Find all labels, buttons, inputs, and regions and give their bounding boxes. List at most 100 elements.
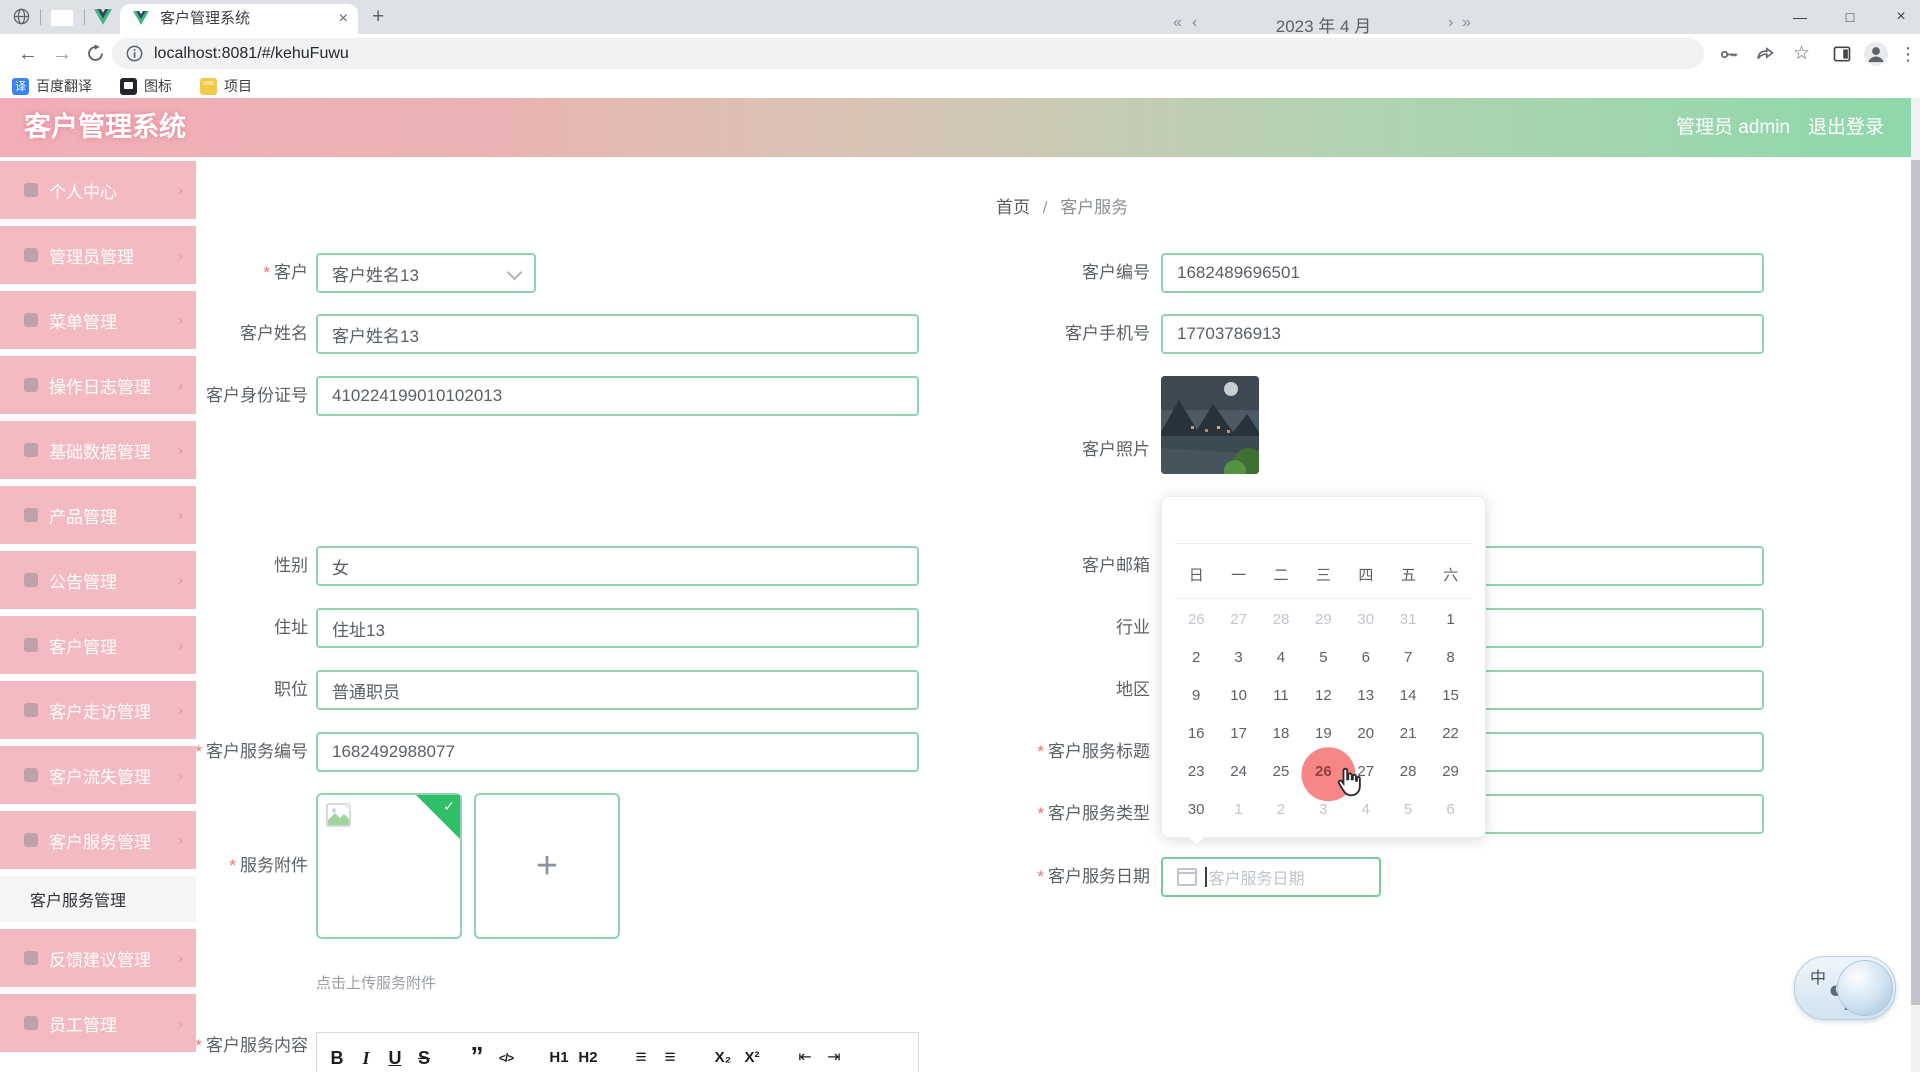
customer-select[interactable]: 客户姓名13 <box>316 253 536 293</box>
gender-input[interactable]: 女 <box>316 546 919 586</box>
calendar-day[interactable]: 14 <box>1387 676 1429 714</box>
sidebar-item-6[interactable]: 公告管理 › <box>0 551 196 609</box>
job-input[interactable]: 普通职员 <box>316 670 919 710</box>
bold-button[interactable]: B <box>327 1047 347 1069</box>
calendar-title[interactable]: 2023 年 4 月 <box>1161 12 1486 37</box>
forward-icon[interactable]: → <box>52 34 72 74</box>
calendar-day[interactable]: 26 <box>1175 600 1217 638</box>
password-key-icon[interactable] <box>1718 44 1739 70</box>
sidebar-item-1[interactable]: 管理员管理 › <box>0 226 196 284</box>
service-date-input[interactable]: 客户服务日期 <box>1161 857 1381 897</box>
sidebar-item-5[interactable]: 产品管理 › <box>0 486 196 544</box>
calendar-day[interactable]: 4 <box>1260 638 1302 676</box>
calendar-day[interactable]: 5 <box>1387 790 1429 828</box>
calendar-day[interactable]: 10 <box>1217 676 1259 714</box>
subscript-button[interactable]: X₂ <box>713 1047 733 1069</box>
sidebar-item-2[interactable]: 菜单管理 › <box>0 291 196 349</box>
breadcrumb-home[interactable]: 首页 <box>996 198 1030 217</box>
calendar-day[interactable]: 24 <box>1217 752 1259 790</box>
calendar-day[interactable]: 20 <box>1345 714 1387 752</box>
profile-avatar[interactable] <box>1863 41 1889 72</box>
ime-globe-icon[interactable] <box>1837 960 1893 1016</box>
calendar-day[interactable]: 30 <box>1175 790 1217 828</box>
scrollbar-thumb[interactable] <box>1911 160 1920 1005</box>
pinned-tab-blank-icon[interactable] <box>50 9 74 27</box>
calendar-day[interactable]: 15 <box>1429 676 1471 714</box>
upload-hint[interactable]: 点击上传服务附件 <box>316 972 436 993</box>
tab-close-icon[interactable]: × <box>339 4 348 34</box>
italic-button[interactable]: I <box>356 1047 376 1069</box>
bookmark-star-icon[interactable]: ☆ <box>1793 34 1810 74</box>
calendar-day[interactable]: 2 <box>1260 790 1302 828</box>
outdent-button[interactable]: ⇤ <box>795 1047 815 1069</box>
ime-toolbar[interactable]: 中 <box>1794 956 1896 1020</box>
header-1-button[interactable]: H1 <box>549 1047 569 1069</box>
sidebar-item-4[interactable]: 基础数据管理 › <box>0 421 196 479</box>
customer-no-input[interactable]: 1682489696501 <box>1161 253 1764 293</box>
calendar-day[interactable]: 5 <box>1302 638 1344 676</box>
window-maximize-button[interactable]: □ <box>1835 0 1865 34</box>
calendar-day[interactable]: 29 <box>1429 752 1471 790</box>
new-tab-button[interactable]: + <box>372 2 384 32</box>
calendar-day[interactable]: 22 <box>1429 714 1471 752</box>
indent-button[interactable]: ⇥ <box>824 1047 844 1069</box>
uploaded-attachment-thumb[interactable]: ✓ <box>316 793 462 939</box>
strikethrough-button[interactable]: S <box>414 1047 434 1069</box>
sidebar-item-7[interactable]: 客户管理 › <box>0 616 196 674</box>
calendar-day[interactable]: 8 <box>1429 638 1471 676</box>
calendar-day[interactable]: 3 <box>1217 638 1259 676</box>
calendar-day[interactable]: 29 <box>1302 600 1344 638</box>
code-block-button[interactable]: </> <box>496 1047 516 1069</box>
calendar-day[interactable]: 1 <box>1217 790 1259 828</box>
calendar-day[interactable]: 28 <box>1260 600 1302 638</box>
sidebar-item-12[interactable]: 员工管理 › <box>0 994 196 1052</box>
service-no-input[interactable]: 1682492988077 <box>316 732 919 772</box>
bookmark-item-1[interactable]: 图标 <box>120 76 172 96</box>
sidebar-item-0[interactable]: 个人中心 › <box>0 161 196 219</box>
pinned-tab-vue-icon[interactable] <box>94 9 112 30</box>
calendar-day[interactable]: 23 <box>1175 752 1217 790</box>
logout-button[interactable]: 退出登录 <box>1808 98 1884 157</box>
calendar-day[interactable]: 21 <box>1387 714 1429 752</box>
calendar-day[interactable]: 27 <box>1217 600 1259 638</box>
calendar-day[interactable]: 18 <box>1260 714 1302 752</box>
calendar-day[interactable]: 31 <box>1387 600 1429 638</box>
sidebar-item-3[interactable]: 操作日志管理 › <box>0 356 196 414</box>
sidebar-item-8[interactable]: 客户走访管理 › <box>0 681 196 739</box>
bullet-list-button[interactable]: ≡ <box>660 1047 680 1069</box>
calendar-day[interactable]: 16 <box>1175 714 1217 752</box>
address-bar[interactable]: localhost:8081/#/kehuFuwu <box>112 38 1704 69</box>
calendar-day[interactable]: 25 <box>1260 752 1302 790</box>
bookmark-item-0[interactable]: 译百度翻译 <box>12 76 92 96</box>
site-info-icon[interactable] <box>126 45 143 67</box>
phone-input[interactable]: 17703786913 <box>1161 314 1764 354</box>
calendar-day[interactable]: 1 <box>1429 600 1471 638</box>
calendar-day[interactable]: 6 <box>1429 790 1471 828</box>
back-icon[interactable]: ← <box>18 34 38 74</box>
calendar-day[interactable]: 6 <box>1345 638 1387 676</box>
share-icon[interactable] <box>1755 43 1776 69</box>
sidebar-submenu-item-active[interactable]: 客户服务管理 <box>0 876 196 922</box>
header-user[interactable]: 管理员 admin <box>1676 98 1790 157</box>
customer-name-input[interactable]: 客户姓名13 <box>316 314 919 354</box>
blockquote-button[interactable]: ” <box>467 1043 487 1069</box>
calendar-day[interactable]: 19 <box>1302 714 1344 752</box>
underline-button[interactable]: U <box>385 1047 405 1069</box>
browser-logo-icon[interactable] <box>12 7 31 31</box>
id-card-input[interactable]: 410224199010102013 <box>316 376 919 416</box>
sidebar-item-9[interactable]: 客户流失管理 › <box>0 746 196 804</box>
customer-photo[interactable] <box>1161 376 1259 474</box>
calendar-day[interactable]: 9 <box>1175 676 1217 714</box>
calendar-day[interactable]: 30 <box>1345 600 1387 638</box>
url-text[interactable]: localhost:8081/#/kehuFuwu <box>154 38 349 69</box>
calendar-day[interactable]: 13 <box>1345 676 1387 714</box>
bookmark-item-2[interactable]: 项目 <box>200 76 252 96</box>
calendar-day[interactable]: 17 <box>1217 714 1259 752</box>
calendar-day[interactable]: 2 <box>1175 638 1217 676</box>
side-panel-icon[interactable] <box>1832 44 1852 69</box>
header-2-button[interactable]: H2 <box>578 1047 598 1069</box>
reload-icon[interactable] <box>86 44 105 68</box>
sidebar-item-10[interactable]: 客户服务管理 › <box>0 811 196 869</box>
window-close-button[interactable]: × <box>1886 0 1916 34</box>
address-input[interactable]: 住址13 <box>316 608 919 648</box>
